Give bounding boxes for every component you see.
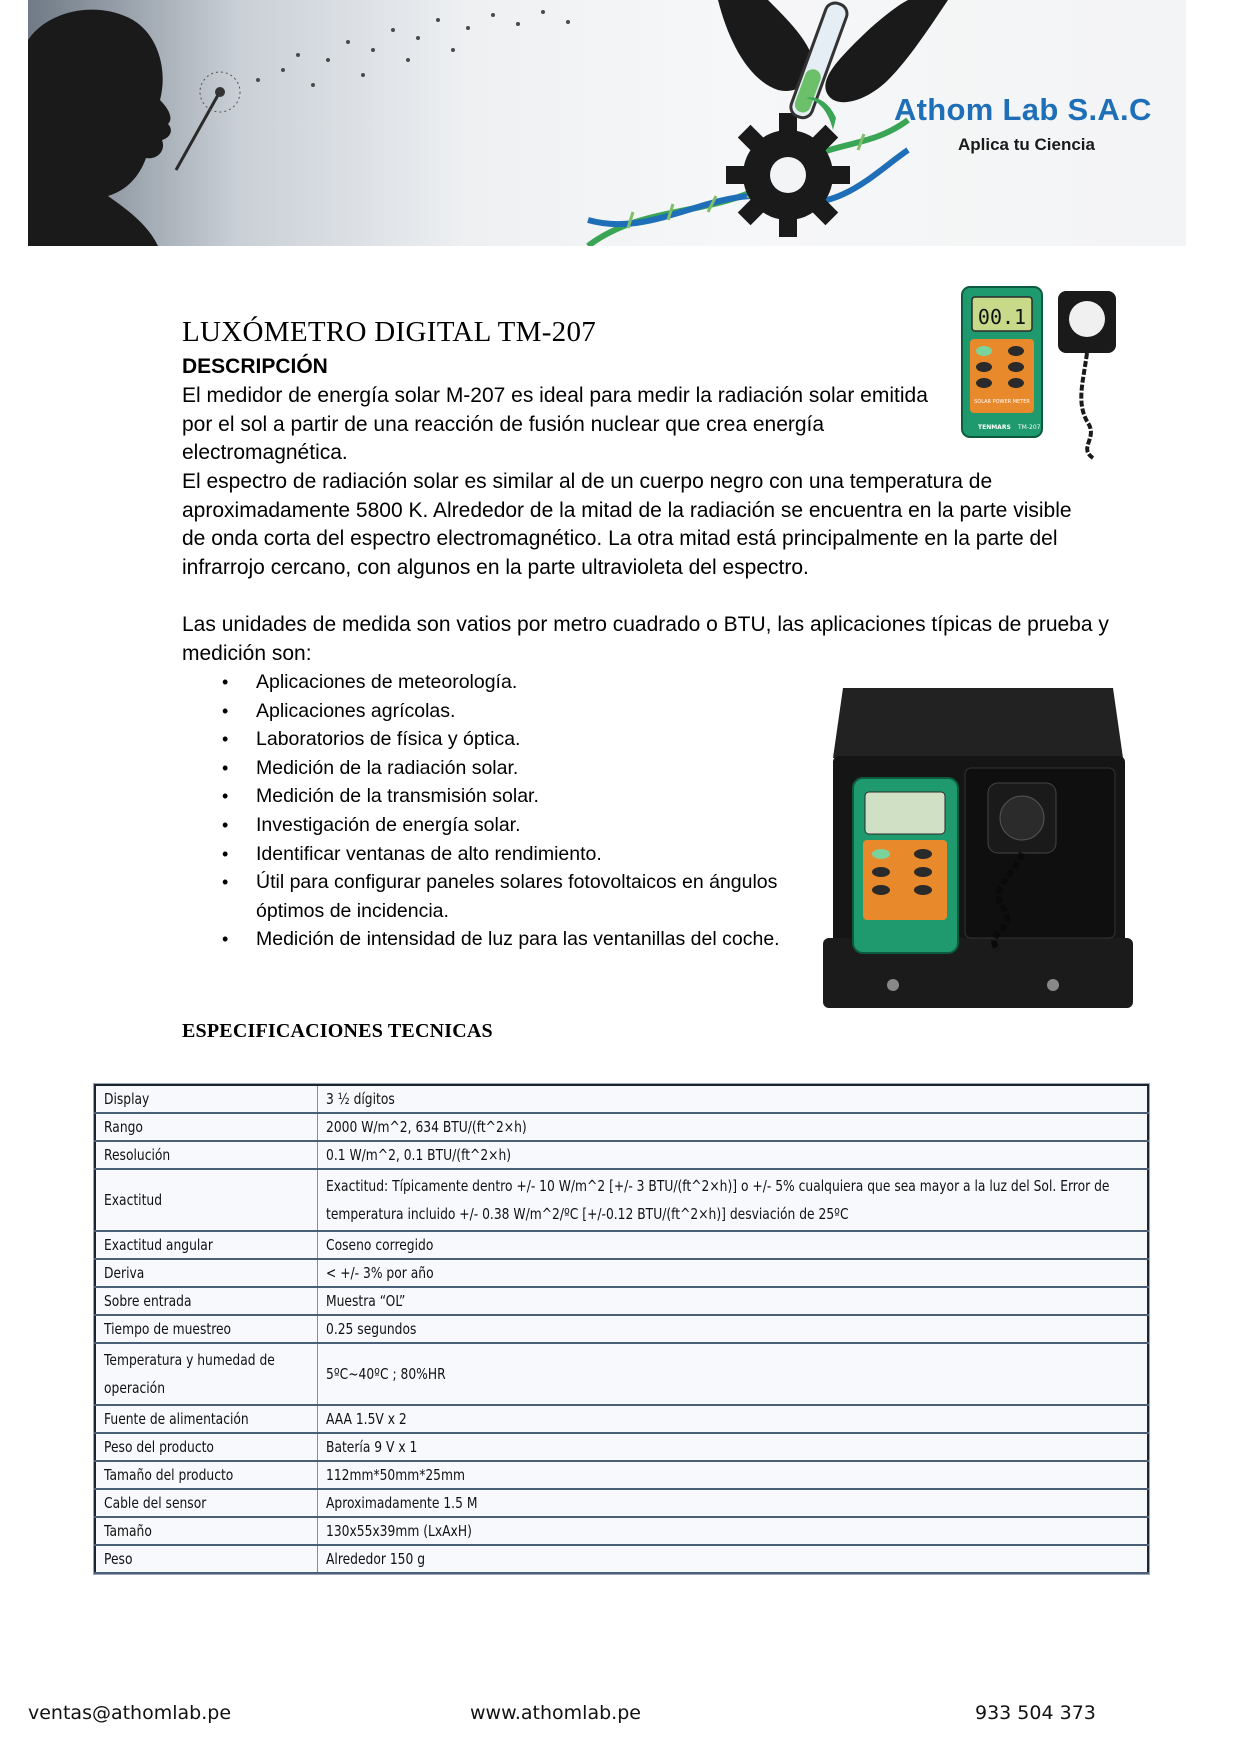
spec-value: 0.1 W/m^2, 0.1 BTU/(ft^2×h) xyxy=(326,1146,512,1164)
spec-key: Display xyxy=(104,1090,150,1108)
spec-key: Tiempo de muestreo xyxy=(104,1320,232,1338)
table-row: Temperatura y humedad de operación 5ºC~40… xyxy=(94,1342,1149,1406)
spec-key: Peso del producto xyxy=(104,1438,214,1456)
spec-key: Exactitud xyxy=(104,1191,163,1209)
spec-key: Temperatura y humedad de operación xyxy=(104,1351,275,1397)
table-row: Peso Alrededor 150 g xyxy=(94,1544,1149,1574)
table-row: Resolución 0.1 W/m^2, 0.1 BTU/(ft^2×h) xyxy=(94,1140,1149,1170)
list-item: Útil para configurar paneles solares fot… xyxy=(212,868,812,925)
spec-key: Fuente de alimentación xyxy=(104,1410,249,1428)
spec-key: Tamaño del producto xyxy=(104,1466,234,1484)
table-row: Fuente de alimentación AAA 1.5V x 2 xyxy=(94,1404,1149,1434)
description-heading: DESCRIPCIÓN xyxy=(182,355,328,378)
product-title: LUXÓMETRO DIGITAL TM-207 xyxy=(182,316,597,348)
gear-icon xyxy=(726,113,850,237)
spec-key: Resolución xyxy=(104,1146,171,1164)
spec-value: 2000 W/m^2, 634 BTU/(ft^2×h) xyxy=(326,1118,527,1136)
list-item: Medición de intensidad de luz para las v… xyxy=(212,925,812,954)
spec-key: Cable del sensor xyxy=(104,1494,207,1512)
spec-value: 5ºC~40ºC ; 80%HR xyxy=(326,1365,446,1383)
spec-key: Deriva xyxy=(104,1264,145,1282)
list-item: Investigación de energía solar. xyxy=(212,811,812,840)
spec-key: Rango xyxy=(104,1118,143,1136)
list-item: Medición de la transmisión solar. xyxy=(212,782,812,811)
spec-value: < +/- 3% por año xyxy=(326,1264,434,1282)
spec-value: 3 ½ dígitos xyxy=(326,1090,395,1108)
spec-value: Batería 9 V x 1 xyxy=(326,1438,418,1456)
spec-value: Exactitud: Típicamente dentro +/- 10 W/m… xyxy=(326,1177,1110,1223)
table-row: Exactitud angular Coseno corregido xyxy=(94,1230,1149,1260)
footer-phone: 933 504 373 xyxy=(975,1702,1096,1724)
list-item: Medición de la radiación solar. xyxy=(212,754,812,783)
table-row: Deriva < +/- 3% por año xyxy=(94,1258,1149,1288)
table-row: Sobre entrada Muestra “OL” xyxy=(94,1286,1149,1316)
table-row: Peso del producto Batería 9 V x 1 xyxy=(94,1432,1149,1462)
spec-key: Tamaño xyxy=(104,1522,152,1540)
spec-value: AAA 1.5V x 2 xyxy=(326,1410,407,1428)
table-row: Rango 2000 W/m^2, 634 BTU/(ft^2×h) xyxy=(94,1112,1149,1142)
table-row: Tiempo de muestreo 0.25 segundos xyxy=(94,1314,1149,1344)
meter-brand: TENMARS xyxy=(978,424,1011,431)
display-reading: 00.1 xyxy=(978,305,1026,329)
spec-value: Aproximadamente 1.5 M xyxy=(326,1494,478,1512)
meter-photo: 00.1 SOLAR POWER METER TENMARS TM-207 xyxy=(961,286,1116,460)
meter-model: TM-207 xyxy=(1017,424,1041,431)
table-row: Display 3 ½ dígitos xyxy=(94,1084,1149,1114)
brand-slogan: Aplica tu Ciencia xyxy=(958,135,1095,154)
table-row: Tamaño del producto 112mm*50mm*25mm xyxy=(94,1460,1149,1490)
table-row: Tamaño 130x55x39mm (LxAxH) xyxy=(94,1516,1149,1546)
spec-value: 130x55x39mm (LxAxH) xyxy=(326,1522,472,1540)
footer-email[interactable]: ventas@athomlab.pe xyxy=(28,1702,231,1724)
description-paragraph-1: El medidor de energía solar M-207 es ide… xyxy=(182,384,928,465)
list-item: Identificar ventanas de alto rendimiento… xyxy=(212,840,812,869)
table-row: Exactitud Exactitud: Típicamente dentro +… xyxy=(94,1168,1149,1232)
spec-value: Coseno corregido xyxy=(326,1236,434,1254)
spec-value: 0.25 segundos xyxy=(326,1320,417,1338)
list-item: Aplicaciones de meteorología. xyxy=(212,668,812,697)
spec-value: Alrededor 150 g xyxy=(326,1550,426,1568)
specs-heading: ESPECIFICACIONES TECNICAS xyxy=(182,1020,493,1042)
applications-list: Aplicaciones de meteorología. Aplicacion… xyxy=(212,668,812,954)
header-banner: Athom Lab S.A.C Aplica tu Ciencia xyxy=(28,0,1186,246)
spec-value: 112mm*50mm*25mm xyxy=(326,1466,465,1484)
specs-table: Display 3 ½ dígitos Rango 2000 W/m^2, 634 … xyxy=(94,1084,1149,1574)
footer-website[interactable]: www.athomlab.pe xyxy=(470,1702,641,1724)
spec-value: Muestra “OL” xyxy=(326,1292,406,1310)
spec-key: Exactitud angular xyxy=(104,1236,213,1254)
list-item: Aplicaciones agrícolas. xyxy=(212,697,812,726)
description-paragraph-3: Las unidades de medida son vatios por me… xyxy=(182,613,1109,665)
spec-key: Peso xyxy=(104,1550,133,1568)
table-row: Cable del sensor Aproximadamente 1.5 M xyxy=(94,1488,1149,1518)
child-silhouette xyxy=(28,9,171,246)
case-photo xyxy=(823,688,1133,1008)
description-paragraph-2: El espectro de radiación solar es simila… xyxy=(182,470,1072,579)
list-item: Laboratorios de física y óptica. xyxy=(212,725,812,754)
spec-key: Sobre entrada xyxy=(104,1292,192,1310)
brand-name: Athom Lab S.A.C xyxy=(894,92,1152,127)
meter-label: SOLAR POWER METER xyxy=(974,399,1030,405)
